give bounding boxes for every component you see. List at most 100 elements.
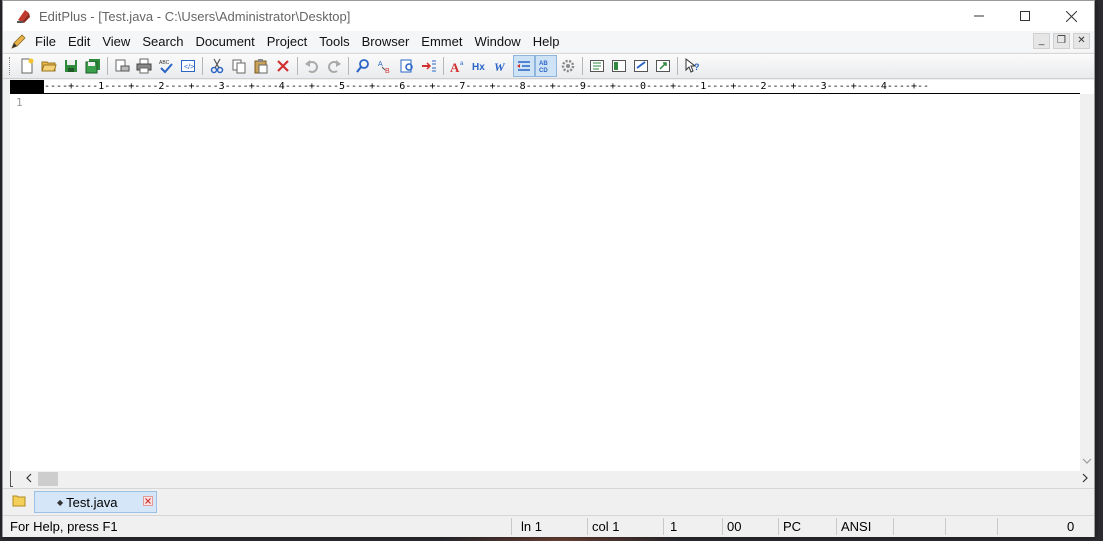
scroll-down-arrow-icon[interactable] xyxy=(1080,456,1094,470)
menu-file[interactable]: File xyxy=(29,31,62,52)
fullscreen-icon[interactable] xyxy=(652,55,674,77)
status-help-text: For Help, press F1 xyxy=(10,519,118,534)
toolbar-grip[interactable] xyxy=(9,57,12,75)
print-icon[interactable] xyxy=(133,55,155,77)
save-all-icon[interactable] xyxy=(82,55,104,77)
menu-bar: File Edit View Search Document Project T… xyxy=(3,31,1094,52)
toolbar-separator xyxy=(348,57,349,75)
tab-close-icon[interactable] xyxy=(143,496,153,509)
output-window-icon[interactable] xyxy=(630,55,652,77)
status-divider xyxy=(778,518,779,535)
line-number-gutter: 1 xyxy=(10,94,44,471)
scroll-right-arrow-icon[interactable] xyxy=(1078,471,1092,487)
horizontal-scrollbar[interactable] xyxy=(10,471,1094,487)
menu-project[interactable]: Project xyxy=(261,31,313,52)
menu-emmet[interactable]: Emmet xyxy=(415,31,468,52)
text-editor-area[interactable]: 1 xyxy=(10,94,1080,471)
status-divider xyxy=(663,518,664,535)
open-folder-icon[interactable] xyxy=(38,55,60,77)
status-file-format[interactable]: PC xyxy=(783,519,801,534)
mdi-minimize-button[interactable]: _ xyxy=(1033,33,1050,49)
maximize-button[interactable] xyxy=(1002,1,1048,31)
svg-text:ABC: ABC xyxy=(159,60,170,66)
browser-preview-icon[interactable]: </> xyxy=(177,55,199,77)
tab-test-java[interactable]: ◆ Test.java xyxy=(34,491,157,513)
toolbar-separator xyxy=(443,57,444,75)
mdi-restore-button[interactable]: ❐ xyxy=(1053,33,1070,49)
vertical-scrollbar[interactable] xyxy=(1080,94,1094,471)
goto-line-icon[interactable] xyxy=(418,55,440,77)
gear-icon[interactable] xyxy=(557,55,579,77)
toolbar-separator xyxy=(297,57,298,75)
status-divider xyxy=(893,518,894,535)
context-help-icon[interactable]: ? xyxy=(681,55,703,77)
editplus-window: EditPlus - [Test.java - C:\Users\Adminis… xyxy=(2,0,1095,537)
print-preview-icon[interactable] xyxy=(111,55,133,77)
close-button[interactable] xyxy=(1048,1,1094,31)
new-file-icon[interactable] xyxy=(16,55,38,77)
status-line: ln 1 xyxy=(521,519,542,534)
folder-icon[interactable] xyxy=(12,494,26,508)
minimize-button[interactable] xyxy=(956,1,1002,31)
directory-window-icon[interactable] xyxy=(608,55,630,77)
svg-text:AB: AB xyxy=(539,61,548,67)
mdi-close-button[interactable]: ✕ xyxy=(1073,33,1090,49)
svg-text:?: ? xyxy=(694,62,700,72)
toolbar-separator xyxy=(202,57,203,75)
word-wrap-icon[interactable]: W xyxy=(491,55,513,77)
document-tab-bar: ◆ Test.java xyxy=(3,488,1094,514)
undo-icon[interactable] xyxy=(301,55,323,77)
font-icon[interactable]: Aa xyxy=(447,55,469,77)
status-field-end: 0 xyxy=(1067,519,1075,534)
find-icon[interactable] xyxy=(352,55,374,77)
tab-label: Test.java xyxy=(66,494,118,510)
find-in-files-icon[interactable] xyxy=(396,55,418,77)
redo-icon[interactable] xyxy=(323,55,345,77)
status-divider xyxy=(836,518,837,535)
scroll-left-arrow-icon[interactable] xyxy=(22,471,36,487)
title-bar: EditPlus - [Test.java - C:\Users\Adminis… xyxy=(3,1,1094,31)
delete-icon[interactable] xyxy=(272,55,294,77)
svg-text:</>: </> xyxy=(184,64,194,71)
toolbar-separator xyxy=(107,57,108,75)
paste-icon[interactable] xyxy=(250,55,272,77)
svg-text:A: A xyxy=(450,60,460,74)
spellcheck-icon[interactable]: ABC xyxy=(155,55,177,77)
status-divider xyxy=(997,518,998,535)
status-field-3: 1 xyxy=(670,519,678,534)
menu-tools[interactable]: Tools xyxy=(313,31,355,52)
svg-text:Hx: Hx xyxy=(472,62,485,73)
hex-viewer-icon[interactable]: Hx xyxy=(469,55,491,77)
line-number-toggle-icon[interactable] xyxy=(513,55,535,77)
menu-search[interactable]: Search xyxy=(136,31,189,52)
svg-text:CD: CD xyxy=(539,68,548,74)
menu-document[interactable]: Document xyxy=(190,31,261,52)
horizontal-scroll-thumb[interactable] xyxy=(38,472,58,486)
menu-window[interactable]: Window xyxy=(468,31,526,52)
menu-view[interactable]: View xyxy=(96,31,136,52)
cliptext-window-icon[interactable] xyxy=(586,55,608,77)
status-divider xyxy=(511,518,512,535)
toolbar-separator xyxy=(677,57,678,75)
ruler-corner xyxy=(10,80,44,94)
ruler: ----+----1----+----2----+----3----+----4… xyxy=(44,80,1080,94)
menu-browser[interactable]: Browser xyxy=(356,31,416,52)
mdi-controls: _ ❐ ✕ xyxy=(1033,33,1090,49)
editplus-logo-icon xyxy=(15,7,33,25)
split-handle[interactable] xyxy=(10,471,13,487)
status-encoding[interactable]: ANSI xyxy=(841,519,871,534)
copy-icon[interactable] xyxy=(228,55,250,77)
status-divider xyxy=(945,518,946,535)
status-divider xyxy=(587,518,588,535)
ruler-end xyxy=(1080,80,1094,94)
replace-icon[interactable]: AB xyxy=(374,55,396,77)
menu-edit[interactable]: Edit xyxy=(62,31,96,52)
status-column: col 1 xyxy=(592,519,620,534)
window-title: EditPlus - [Test.java - C:\Users\Adminis… xyxy=(39,8,351,24)
ruler-toggle-icon[interactable]: AB CD xyxy=(535,55,557,77)
file-type-icon: ◆ xyxy=(57,497,64,507)
svg-text:B: B xyxy=(385,68,390,74)
save-icon[interactable] xyxy=(60,55,82,77)
menu-help[interactable]: Help xyxy=(527,31,566,52)
cut-icon[interactable] xyxy=(206,55,228,77)
